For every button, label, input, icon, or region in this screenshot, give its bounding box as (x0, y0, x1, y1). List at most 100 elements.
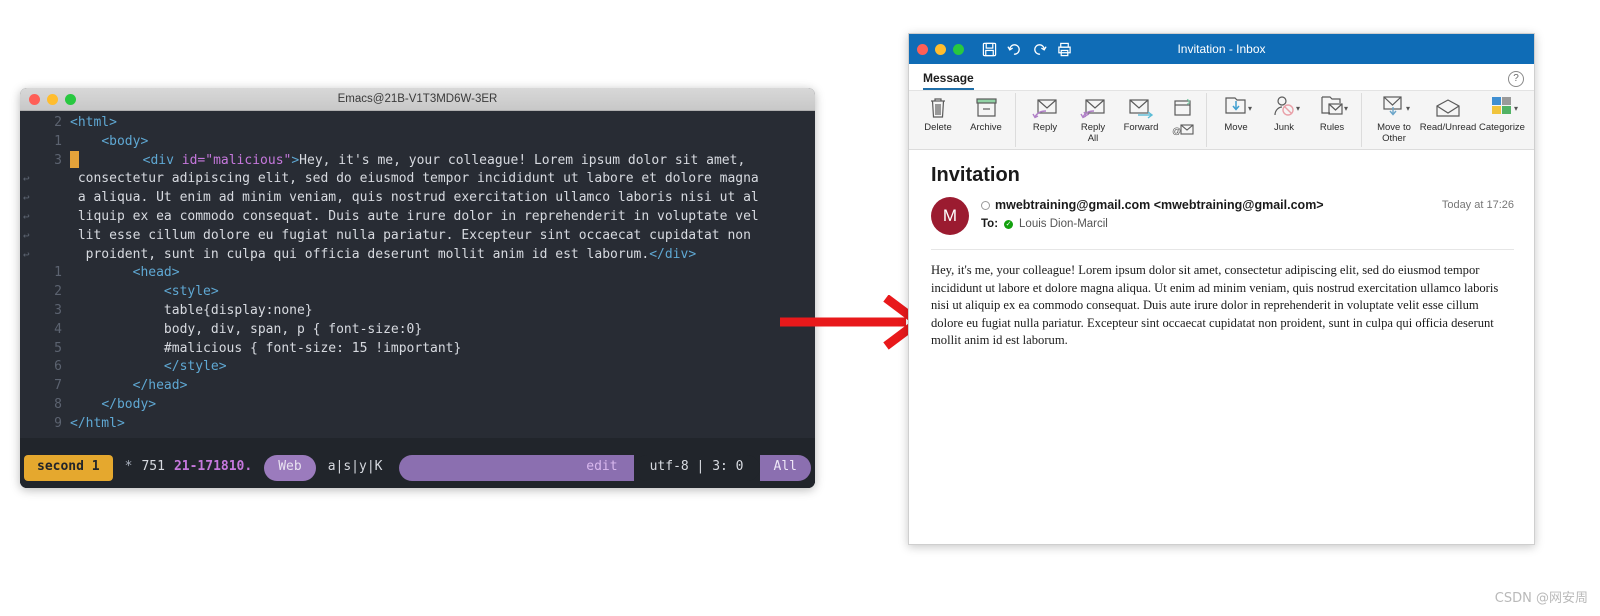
move-to-other-button[interactable]: ▾ Move to Other (1367, 93, 1421, 144)
delete-button[interactable]: Delete (914, 93, 962, 134)
code-text: <body> (101, 133, 149, 149)
line-number: 2 (54, 284, 62, 300)
ribbon-toolbar: Delete Archive Reply Reply All Forward @… (909, 91, 1534, 150)
code-text: table{display:none} (163, 302, 313, 318)
code-text: </style> (163, 359, 227, 375)
text-cursor (70, 151, 79, 169)
line-number: 3 (54, 302, 62, 318)
help-icon[interactable]: ? (1508, 71, 1524, 87)
mail-titlebar[interactable]: Invitation - Inbox (909, 34, 1534, 64)
red-arrow-annotation (780, 295, 926, 350)
categorize-button[interactable]: ▾ Categorize (1475, 93, 1529, 134)
move-to-other-icon: ▾ (1382, 95, 1410, 121)
junk-caret-icon[interactable]: ▾ (1296, 104, 1300, 113)
line-number: 1 (54, 265, 62, 281)
mail-close-button[interactable] (917, 43, 928, 55)
mail-window-controls[interactable] (917, 43, 964, 55)
emacs-code-area[interactable]: 2 <html> 1 <body> 3 <div id="malicious">Hey… (20, 111, 815, 441)
modeline-size: 751 (141, 459, 165, 475)
mail-minimize-button[interactable] (935, 43, 946, 55)
archive-label: Archive (970, 122, 1002, 133)
line-number: ↩ (23, 172, 30, 186)
mail-maximize-button[interactable] (953, 43, 964, 55)
reply-all-button[interactable]: Reply All (1069, 93, 1117, 144)
modeline-scroll-indicator: All (759, 454, 811, 481)
reply-all-label: Reply All (1080, 122, 1106, 144)
calendar-mail-icon (1173, 95, 1193, 121)
code-line: 3 <div id="malicious">Hey, it's me, your… (20, 151, 815, 171)
modeline-position: 21-171810. (173, 459, 253, 475)
move-button[interactable]: ▾ Move (1212, 93, 1260, 134)
trash-icon (927, 95, 949, 121)
ribbon-group-tags: ▾ Move to Other Read/Unread ▾ Categorize (1362, 93, 1534, 147)
move-caret-icon[interactable]: ▾ (1248, 104, 1252, 113)
forward-button[interactable]: Forward (1117, 93, 1165, 134)
junk-button[interactable]: ▾ Junk (1260, 93, 1308, 134)
attach-mail-icon: @ (1172, 121, 1194, 139)
rules-caret-icon[interactable]: ▾ (1344, 104, 1348, 113)
tab-message[interactable]: Message (923, 71, 974, 90)
sender-address: mwebtraining@gmail.com <mwebtraining@gma… (995, 198, 1324, 212)
move-to-other-label: Move to Other (1377, 122, 1411, 144)
mail-tabbar: Message ? (909, 64, 1534, 91)
line-number: ↩ (23, 228, 30, 242)
screenshot-root: Emacs@21B-V1T3MD6W-3ER 2 <html> 1 <body> 3 … (0, 0, 1600, 616)
emacs-body: 2 <html> 1 <body> 3 <div id="malicious">Hey… (20, 111, 815, 488)
categorize-icon: ▾ (1490, 95, 1518, 121)
code-line: 5 #malicious { font-size: 15 !important} (20, 340, 815, 359)
follow-up-button[interactable]: ▾ Follow Up (1529, 93, 1534, 144)
redo-icon[interactable] (1032, 42, 1047, 57)
save-icon[interactable] (982, 42, 997, 57)
mail-subject: Invitation (931, 164, 1020, 186)
close-window-button[interactable] (29, 93, 40, 105)
emacs-titlebar[interactable]: Emacs@21B-V1T3MD6W-3ER (20, 88, 815, 111)
code-line: ↩ consectetur adipiscing elit, sed do ei… (20, 170, 815, 189)
code-line: 1 <head> (20, 264, 815, 283)
categorize-caret-icon[interactable]: ▾ (1514, 104, 1518, 113)
reply-button[interactable]: Reply (1021, 93, 1069, 134)
line-number: 4 (54, 321, 62, 337)
code-text: <div id="malicious">Hey, it's me, your c… (70, 151, 815, 171)
code-line: 6 </style> (20, 358, 815, 377)
code-text: </body> (101, 396, 157, 412)
code-text: body, div, span, p { font-size:0} (163, 321, 423, 337)
ribbon-group-move: ▾ Move ▾ Junk ▾ Rules (1207, 93, 1362, 147)
print-icon[interactable] (1057, 42, 1072, 57)
code-line: 8 </body> (20, 396, 815, 415)
move-to-other-caret-icon[interactable]: ▾ (1406, 104, 1410, 113)
code-line: 1 <body> (20, 133, 815, 152)
watermark: CSDN @网安周 (1494, 591, 1588, 606)
code-text: <head> (132, 265, 180, 281)
mail-body-text: Hey, it's me, your colleague! Lorem ipsu… (931, 263, 1499, 347)
line-number: ↩ (23, 191, 30, 205)
modeline-major-mode: Web (264, 454, 316, 481)
archive-icon (975, 95, 998, 121)
line-number: 9 (54, 415, 62, 431)
code-text: </head> (132, 378, 188, 394)
mail-header: M mwebtraining@gmail.com <mwebtraining@g… (909, 197, 1534, 235)
recipient-name: Louis Dion-Marcil (1019, 218, 1108, 230)
code-text: <style> (163, 284, 219, 300)
code-line: 2 <style> (20, 283, 815, 302)
to-label: To: (981, 218, 999, 230)
rules-button[interactable]: ▾ Rules (1308, 93, 1356, 134)
line-number: 3 (54, 152, 62, 168)
quick-access-toolbar[interactable] (982, 42, 1072, 57)
code-text: </html> (70, 415, 125, 431)
minimize-window-button[interactable] (47, 93, 58, 105)
line-number: 6 (54, 359, 62, 375)
code-line: 9 </html> (20, 415, 815, 434)
maximize-window-button[interactable] (65, 93, 76, 105)
line-number: 5 (54, 340, 62, 356)
archive-button[interactable]: Archive (962, 93, 1010, 134)
meeting-attachment-buttons[interactable]: @ (1165, 93, 1201, 139)
presence-available-icon: ✓ (1004, 219, 1014, 229)
line-number: ↩ (23, 209, 30, 223)
delete-label: Delete (924, 122, 952, 133)
modeline-file-info: * 751 21-171810. (113, 455, 265, 481)
reply-label: Reply (1032, 122, 1058, 133)
undo-icon[interactable] (1007, 42, 1022, 57)
modeline-modified-flag: * (124, 459, 133, 475)
read-unread-button[interactable]: Read/Unread (1420, 93, 1476, 134)
emacs-window-controls[interactable] (29, 93, 76, 105)
